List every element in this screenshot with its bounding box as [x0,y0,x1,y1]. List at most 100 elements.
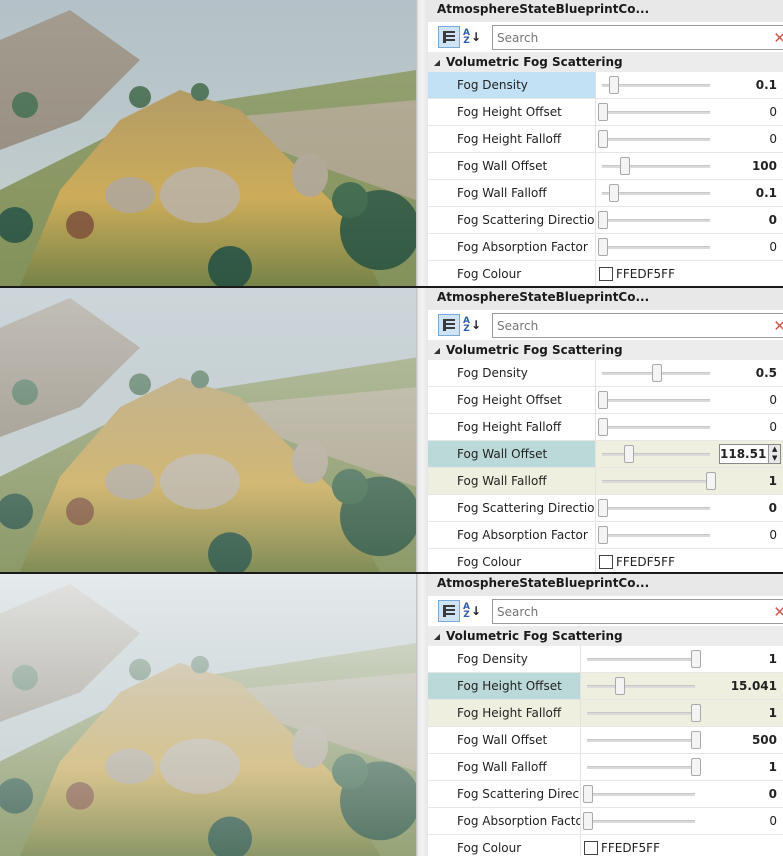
property-value-text[interactable]: 0 [769,522,777,548]
value-spinbox[interactable]: 118.51 ▲ ▼ [719,444,781,464]
clear-search-icon[interactable]: ✕ [773,317,783,335]
collapse-triangle-icon[interactable]: ◢ [428,346,446,355]
value-slider-thumb[interactable] [706,472,716,490]
property-row[interactable]: Fog Wall Offset 118.51 ▲ ▼ [428,441,783,468]
categorized-view-icon[interactable] [438,314,460,336]
value-slider-thumb[interactable] [623,445,634,463]
property-row[interactable]: Fog Density 1 [428,646,783,673]
property-row[interactable]: Fog Height Falloff 0 [428,414,783,441]
category-header[interactable]: ◢ Volumetric Fog Scattering [428,52,783,72]
value-slider-track[interactable] [587,739,695,742]
value-slider-track[interactable] [602,165,710,168]
property-value-text[interactable]: 1 [769,754,777,780]
value-slider-thumb[interactable] [598,130,608,148]
value-slider-thumb[interactable] [598,526,608,544]
colour-swatch[interactable] [584,841,598,855]
value-slider-track[interactable] [602,246,710,249]
property-value-text[interactable]: 0 [769,234,777,260]
value-slider-thumb[interactable] [598,391,608,409]
property-row[interactable]: Fog Height Offset 0 [428,387,783,414]
collapse-triangle-icon[interactable]: ◢ [428,632,446,641]
viewport-scene[interactable] [0,574,416,856]
property-row[interactable]: Fog Absorption Factor 0 [428,808,783,835]
colour-hex-value[interactable]: FFEDF5FF [616,555,675,569]
property-row[interactable]: Fog Height Offset 0 [428,99,783,126]
value-slider-track[interactable] [602,138,710,141]
category-header[interactable]: ◢ Volumetric Fog Scattering [428,626,783,646]
value-slider-track[interactable] [602,426,710,429]
property-value-text[interactable]: 0 [769,207,777,233]
value-slider-thumb[interactable] [608,76,619,94]
splitter[interactable] [416,574,428,856]
property-row[interactable]: Fog Wall Falloff 1 [428,468,783,495]
property-value-text[interactable]: 0.1 [756,72,777,98]
sort-alphabetical-icon[interactable]: A Z ↓ [461,26,483,48]
splitter[interactable] [416,0,428,286]
value-slider-thumb[interactable] [619,157,630,175]
value-slider-track[interactable] [602,219,710,222]
value-slider-track[interactable] [587,793,695,796]
property-value-text[interactable]: 0 [769,495,777,521]
property-row-colour[interactable]: Fog Colour FFEDF5FF [428,261,783,286]
clear-search-icon[interactable]: ✕ [773,603,783,621]
value-slider-thumb[interactable] [691,650,701,668]
property-value-text[interactable]: 0.1 [756,180,777,206]
property-row[interactable]: Fog Wall Offset 500 [428,727,783,754]
property-value-text[interactable]: 0 [769,126,777,152]
value-slider-track[interactable] [602,480,710,483]
property-row[interactable]: Fog Wall Falloff 1 [428,754,783,781]
categorized-view-icon[interactable] [438,600,460,622]
property-row[interactable]: Fog Absorption Factor 0 [428,234,783,261]
property-value-text[interactable]: 0 [769,414,777,440]
value-slider-track[interactable] [602,534,710,537]
splitter[interactable] [416,288,428,572]
value-slider-thumb[interactable] [583,812,593,830]
property-value-text[interactable]: 1 [769,700,777,726]
search-input[interactable] [493,314,774,337]
property-value-text[interactable]: 0 [769,387,777,413]
viewport-scene[interactable] [0,0,416,286]
sort-alphabetical-icon[interactable]: A Z ↓ [461,314,483,336]
property-row[interactable]: Fog Density 0.5 [428,360,783,387]
property-row[interactable]: Fog Scattering Direction 0 [428,495,783,522]
value-slider-track[interactable] [602,399,710,402]
clear-search-icon[interactable]: ✕ [773,29,783,47]
value-slider-track[interactable] [602,507,710,510]
colour-swatch[interactable] [599,267,613,281]
property-row[interactable]: Fog Absorption Factor 0 [428,522,783,549]
value-slider-thumb[interactable] [691,731,701,749]
property-row[interactable]: Fog Scattering Direction 0 [428,207,783,234]
value-slider-track[interactable] [587,712,695,715]
property-value-text[interactable]: 1 [769,468,777,494]
property-row[interactable]: Fog Wall Falloff 0.1 [428,180,783,207]
category-header[interactable]: ◢ Volumetric Fog Scattering [428,340,783,360]
spin-arrows-icon[interactable]: ▲ ▼ [768,445,780,463]
property-row[interactable]: Fog Height Falloff 1 [428,700,783,727]
search-input[interactable] [493,26,774,49]
value-slider-thumb[interactable] [608,184,619,202]
value-slider-track[interactable] [587,685,695,688]
colour-hex-value[interactable]: FFEDF5FF [616,267,675,281]
sort-alphabetical-icon[interactable]: A Z ↓ [461,600,483,622]
value-slider-track[interactable] [602,453,710,456]
property-row[interactable]: Fog Height Falloff 0 [428,126,783,153]
property-row[interactable]: Fog Density 0.1 [428,72,783,99]
value-slider-track[interactable] [587,820,695,823]
value-slider-track[interactable] [587,766,695,769]
value-spinbox-text[interactable]: 118.51 [720,447,768,461]
property-value-text[interactable]: 15.041 [731,673,777,699]
property-value-text[interactable]: 1 [769,646,777,672]
value-slider-track[interactable] [587,658,695,661]
property-value-text[interactable]: 500 [752,727,777,753]
collapse-triangle-icon[interactable]: ◢ [428,58,446,67]
property-value-text[interactable]: 100 [752,153,777,179]
search-input[interactable] [493,600,774,623]
colour-swatch[interactable] [599,555,613,569]
value-slider-thumb[interactable] [691,704,701,722]
value-slider-thumb[interactable] [652,364,662,382]
value-slider-thumb[interactable] [598,499,608,517]
property-value-text[interactable]: 0 [769,808,777,834]
value-slider-thumb[interactable] [598,238,608,256]
property-row-colour[interactable]: Fog Colour FFEDF5FF [428,835,783,856]
property-row[interactable]: Fog Scattering Direc... 0 [428,781,783,808]
